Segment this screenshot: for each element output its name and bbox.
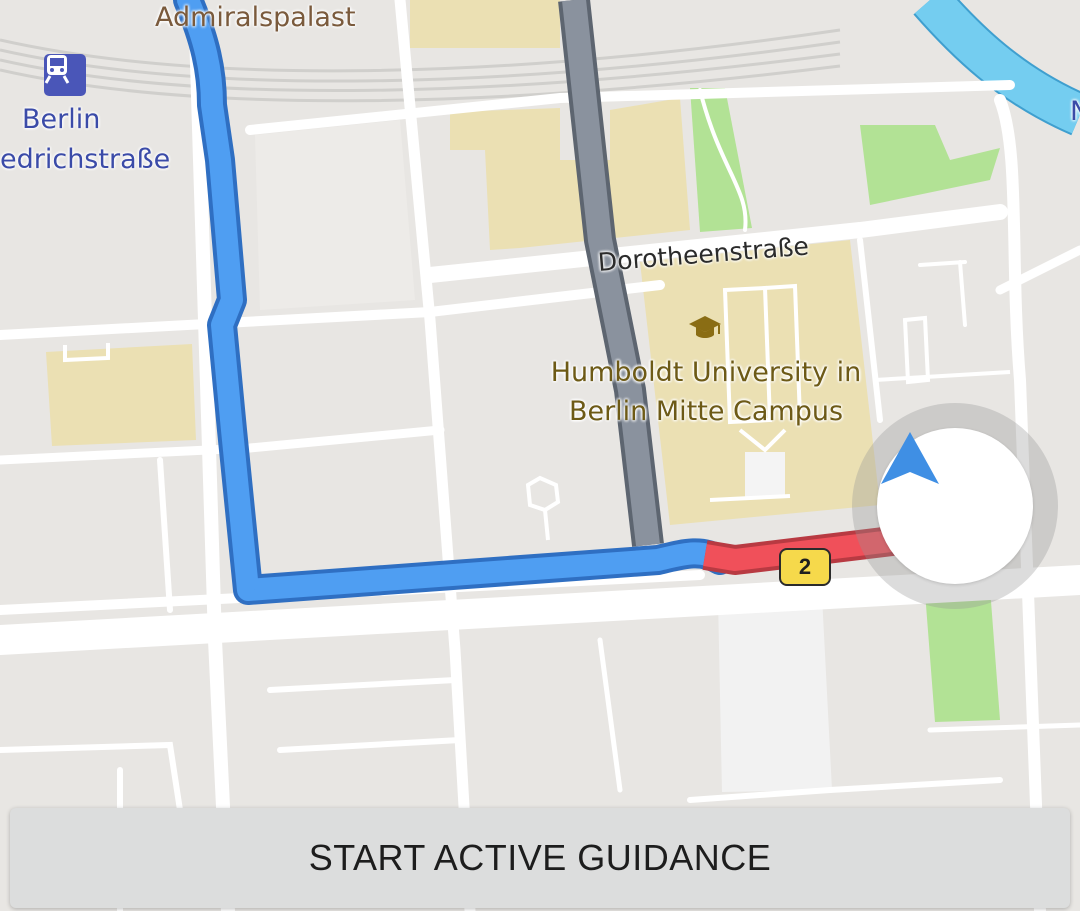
- start-active-guidance-button[interactable]: START ACTIVE GUIDANCE: [10, 808, 1070, 908]
- station-label-line2[interactable]: edrichstraße: [0, 144, 170, 175]
- train-station-icon[interactable]: [44, 54, 86, 96]
- poi-label-admiralspalast[interactable]: Admiralspalast: [155, 2, 356, 33]
- route-number-badge: 2: [779, 548, 831, 586]
- map-view[interactable]: Admiralspalast Berlin edrichstraße Dorot…: [0, 0, 1080, 911]
- navigation-arrow-icon: [881, 432, 939, 484]
- university-label-line1: Humboldt University in: [550, 357, 862, 388]
- current-location-button[interactable]: [877, 428, 1033, 584]
- university-label-line2: Berlin Mitte Campus: [568, 396, 844, 427]
- poi-label-university[interactable]: Humboldt University in Berlin Mitte Camp…: [520, 353, 892, 431]
- building-area: [410, 0, 560, 48]
- partial-map-label: N: [1070, 96, 1080, 127]
- station-label-line1[interactable]: Berlin: [22, 104, 100, 135]
